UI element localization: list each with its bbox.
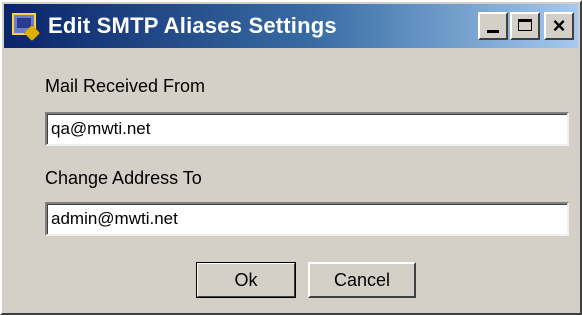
ok-button[interactable]: Ok (196, 262, 296, 298)
mail-received-from-input[interactable] (45, 112, 569, 146)
dialog-window: Edit SMTP Aliases Settings × Mail Receiv… (0, 0, 582, 315)
change-address-to-label: Change Address To (45, 168, 202, 188)
close-icon: × (552, 13, 566, 38)
app-window-icon[interactable] (10, 11, 40, 41)
change-address-to-input[interactable] (45, 202, 569, 236)
maximize-button[interactable] (510, 12, 540, 40)
cancel-button[interactable]: Cancel (308, 262, 416, 298)
maximize-icon (518, 19, 532, 31)
close-button[interactable]: × (544, 12, 574, 40)
window-title: Edit SMTP Aliases Settings (48, 13, 337, 38)
mail-received-from-label: Mail Received From (45, 76, 206, 96)
window-controls: × (478, 12, 574, 40)
title-bar[interactable]: Edit SMTP Aliases Settings × (4, 4, 578, 48)
minimize-button[interactable] (478, 12, 508, 40)
minimize-icon (487, 30, 499, 33)
